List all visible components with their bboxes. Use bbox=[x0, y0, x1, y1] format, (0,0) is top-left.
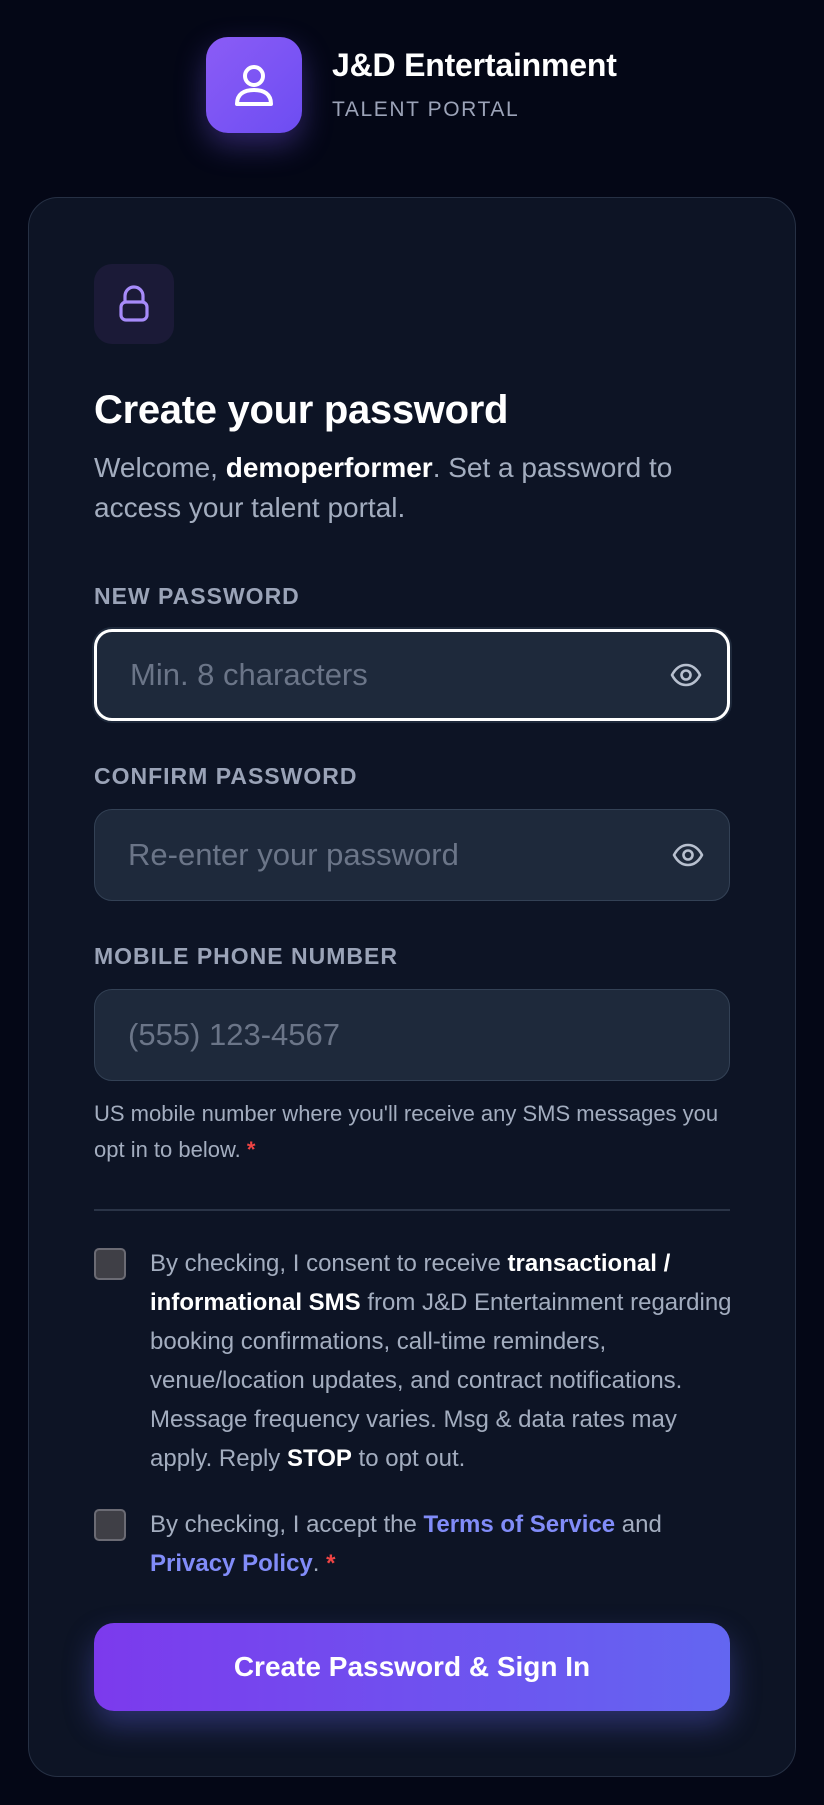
brand-logo bbox=[206, 37, 302, 133]
phone-field bbox=[94, 989, 730, 1081]
new-password-label: NEW PASSWORD bbox=[94, 583, 300, 609]
sms-consent-text-1: By checking, I consent to receive bbox=[150, 1250, 508, 1277]
new-password-toggle[interactable] bbox=[668, 657, 704, 693]
eye-icon bbox=[670, 663, 702, 687]
phone-helper: US mobile number where you'll receive an… bbox=[94, 1101, 719, 1162]
phone-input[interactable] bbox=[95, 990, 729, 1080]
privacy-policy-link[interactable]: Privacy Policy bbox=[150, 1550, 313, 1577]
phone-helper-text: US mobile number where you'll receive an… bbox=[94, 1096, 734, 1168]
terms-of-service-link[interactable]: Terms of Service bbox=[423, 1511, 615, 1538]
welcome-prefix: Welcome, bbox=[94, 452, 226, 483]
create-password-button[interactable]: Create Password & Sign In bbox=[94, 1623, 730, 1711]
confirm-password-label: CONFIRM PASSWORD bbox=[94, 763, 358, 789]
terms-consent-text-3: . bbox=[312, 1550, 327, 1577]
lock-icon bbox=[119, 285, 149, 322]
user-icon bbox=[235, 65, 273, 106]
terms-consent-text: By checking, I accept the Terms of Servi… bbox=[150, 1505, 734, 1583]
welcome-username: demoperformer bbox=[225, 452, 433, 483]
page-title: Create your password bbox=[94, 388, 509, 432]
sms-consent-stop: STOP bbox=[286, 1445, 352, 1472]
confirm-password-input[interactable] bbox=[95, 810, 670, 900]
sms-consent-text-3: to opt out. bbox=[351, 1445, 466, 1472]
password-card: Create your password Welcome, demoperfor… bbox=[28, 197, 796, 1777]
sms-consent-row: By checking, I consent to receive transa… bbox=[94, 1244, 734, 1478]
brand-header: J&D Entertainment TALENT PORTAL bbox=[206, 37, 617, 133]
phone-label: MOBILE PHONE NUMBER bbox=[94, 943, 398, 969]
terms-consent-text-2: and bbox=[615, 1511, 662, 1538]
required-mark: * bbox=[246, 1137, 256, 1162]
terms-consent-text-1: By checking, I accept the bbox=[150, 1511, 424, 1538]
required-mark: * bbox=[326, 1550, 336, 1577]
divider bbox=[94, 1209, 730, 1211]
terms-consent-checkbox[interactable] bbox=[94, 1509, 126, 1541]
welcome-text: Welcome, demoperformer. Set a password t… bbox=[94, 448, 734, 528]
sms-consent-checkbox[interactable] bbox=[94, 1248, 126, 1280]
lock-tile bbox=[94, 264, 174, 344]
page: J&D Entertainment TALENT PORTAL Create y… bbox=[0, 0, 824, 1805]
brand-text: J&D Entertainment TALENT PORTAL bbox=[332, 48, 617, 121]
new-password-input[interactable] bbox=[97, 632, 668, 718]
new-password-field bbox=[94, 629, 730, 721]
confirm-password-toggle[interactable] bbox=[670, 837, 706, 873]
terms-consent-row: By checking, I accept the Terms of Servi… bbox=[94, 1505, 734, 1583]
sms-consent-text: By checking, I consent to receive transa… bbox=[150, 1244, 734, 1478]
eye-icon bbox=[672, 843, 704, 867]
brand-subtitle: TALENT PORTAL bbox=[332, 97, 520, 121]
brand-name: J&D Entertainment bbox=[332, 47, 617, 84]
confirm-password-field bbox=[94, 809, 730, 901]
